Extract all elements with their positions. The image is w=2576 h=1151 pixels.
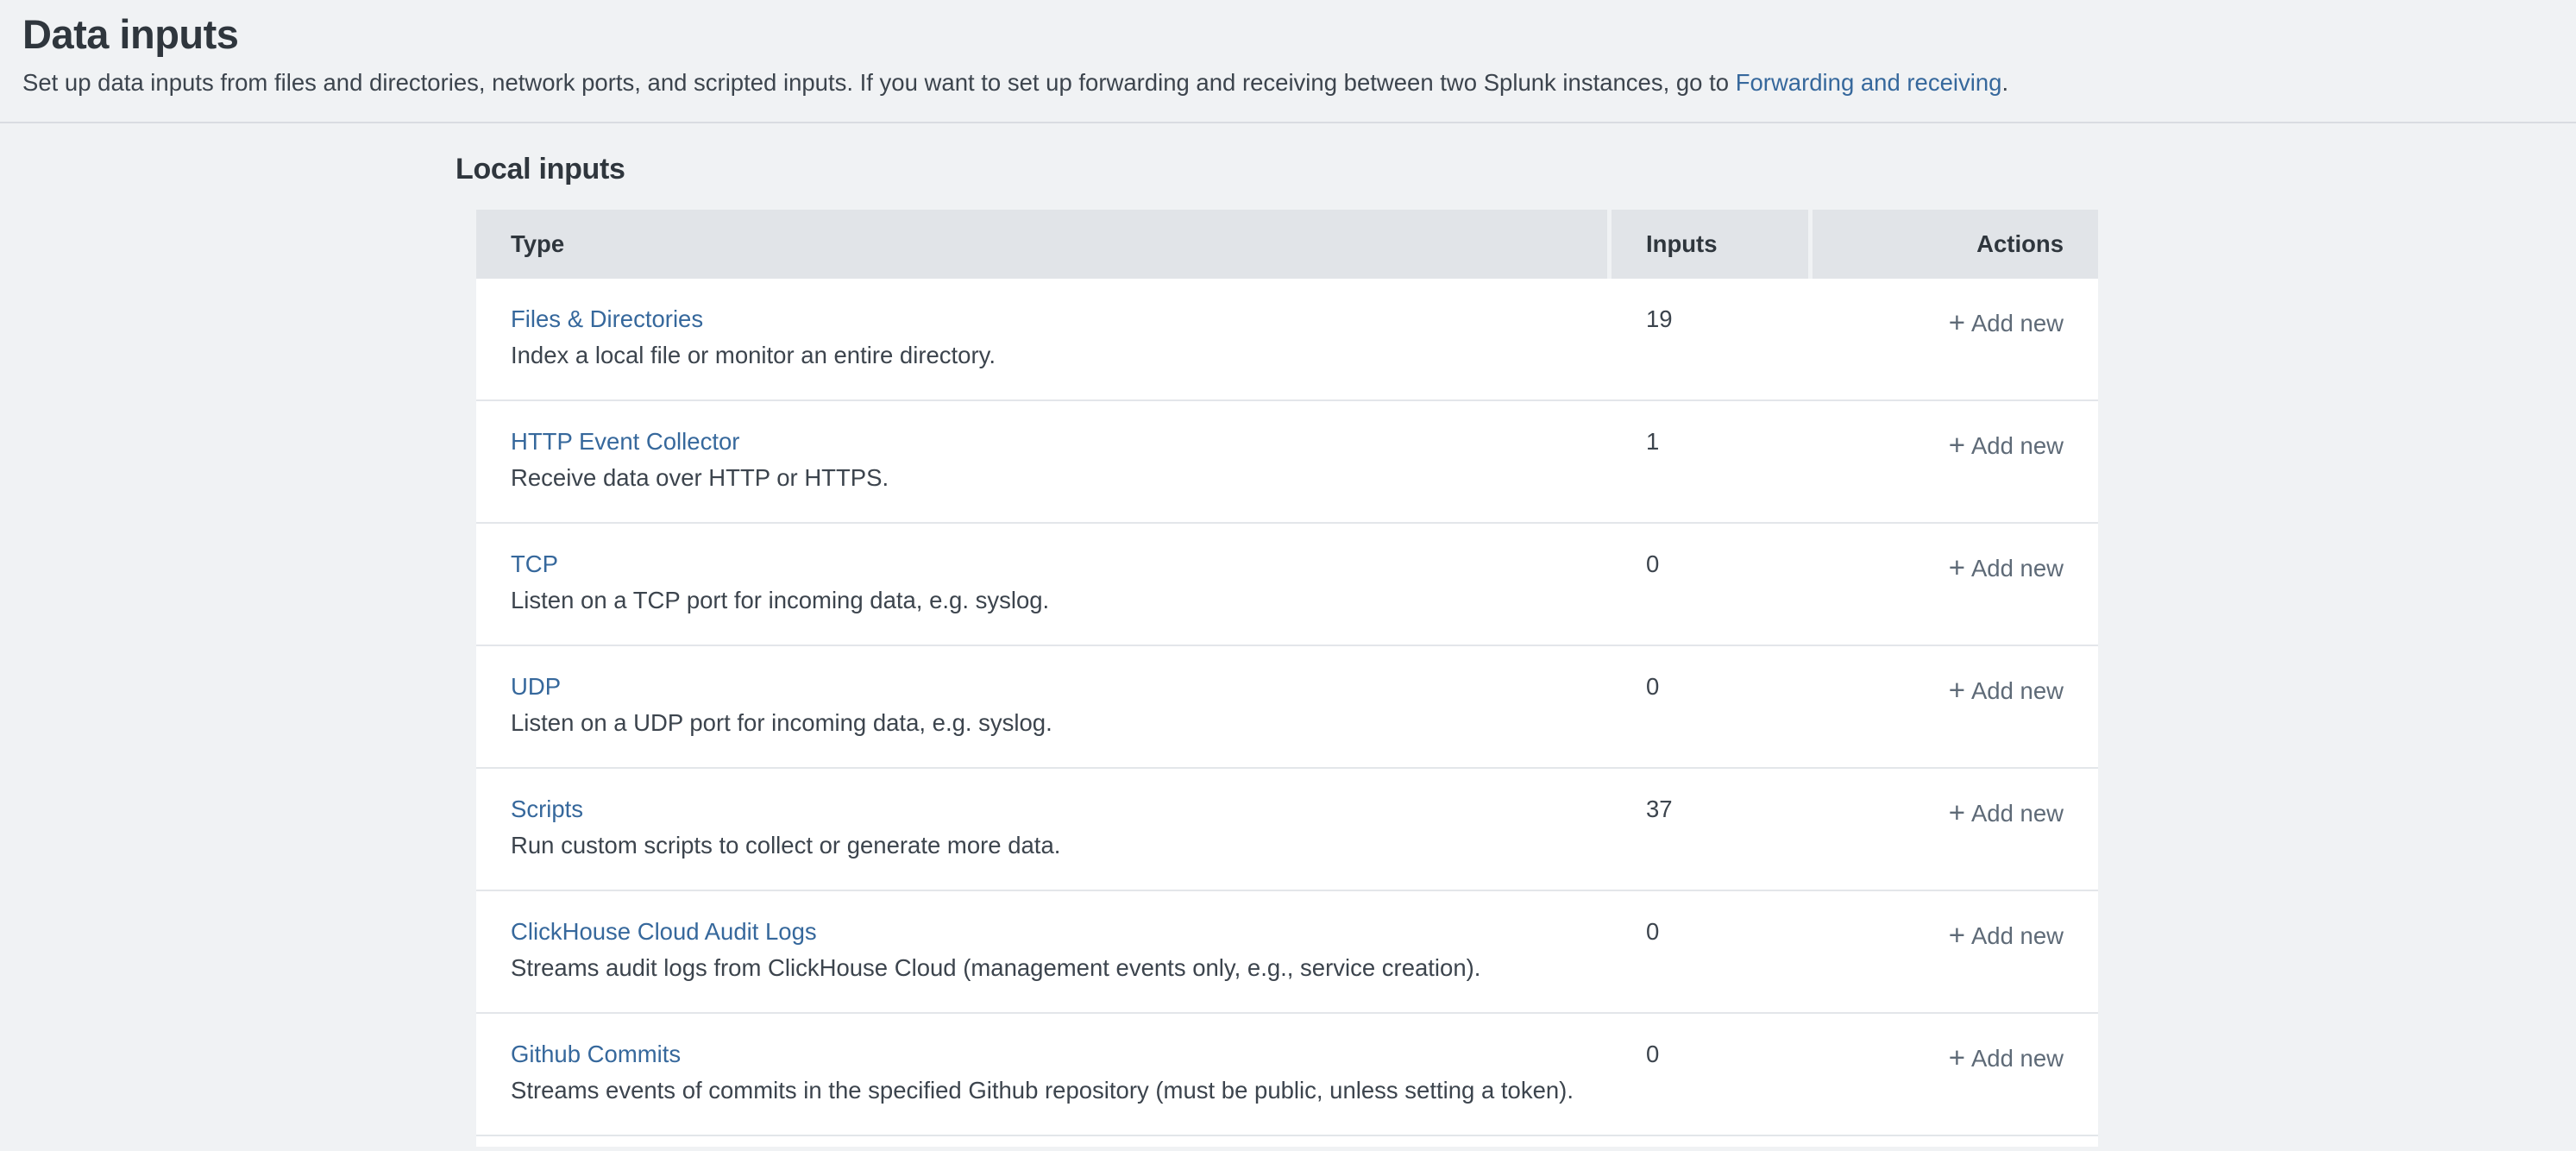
add-new-label: Add new (1971, 922, 2064, 949)
input-type-description: Listen on a UDP port for incoming data, … (511, 708, 1612, 739)
type-cell: HTTP Event Collector Receive data over H… (476, 427, 1612, 522)
inputs-count: 19 (1612, 305, 1813, 399)
page-subtitle: Set up data inputs from files and direct… (22, 67, 2552, 98)
actions-cell: +Add new (1813, 917, 2098, 1012)
add-new-link[interactable]: +Add new (1949, 555, 2064, 582)
add-new-label: Add new (1971, 677, 2064, 704)
page-title: Data inputs (22, 12, 2552, 57)
table-row: Files & Directories Index a local file o… (476, 279, 2098, 401)
inputs-count: 0 (1612, 917, 1813, 1012)
add-new-link[interactable]: +Add new (1949, 310, 2064, 336)
add-new-label: Add new (1971, 1045, 2064, 1072)
forwarding-and-receiving-link[interactable]: Forwarding and receiving (1736, 69, 2002, 96)
type-cell: UDP Listen on a UDP port for incoming da… (476, 672, 1612, 767)
column-header-type: Type (476, 210, 1607, 279)
input-type-link[interactable]: TCP (511, 550, 558, 578)
inputs-count: 37 (1612, 795, 1813, 890)
plus-icon: + (1949, 551, 1965, 583)
input-type-description: Receive data over HTTP or HTTPS. (511, 462, 1612, 494)
add-new-link[interactable]: +Add new (1949, 1045, 2064, 1072)
plus-icon: + (1949, 796, 1965, 828)
input-type-link[interactable]: Github Commits (511, 1040, 681, 1068)
input-type-link[interactable]: Files & Directories (511, 305, 703, 333)
add-new-link[interactable]: +Add new (1949, 677, 2064, 704)
actions-cell: +Add new (1813, 1040, 2098, 1135)
actions-cell: +Add new (1813, 550, 2098, 645)
plus-icon: + (1949, 919, 1965, 951)
column-header-actions: Actions (1813, 210, 2098, 279)
add-new-link[interactable]: +Add new (1949, 800, 2064, 827)
table-row: Scripts Run custom scripts to collect or… (476, 769, 2098, 891)
add-new-link[interactable]: +Add new (1949, 432, 2064, 459)
table-row: UDP Listen on a UDP port for incoming da… (476, 646, 2098, 769)
subtitle-text: Set up data inputs from files and direct… (22, 69, 1736, 96)
local-inputs-table: Type Inputs Actions Files & Directories … (476, 210, 2098, 1147)
input-type-description: Run custom scripts to collect or generat… (511, 830, 1612, 861)
input-type-link[interactable]: UDP (511, 672, 561, 701)
input-type-link[interactable]: ClickHouse Cloud Audit Logs (511, 917, 817, 946)
actions-cell: +Add new (1813, 672, 2098, 767)
type-cell: Files & Directories Index a local file o… (476, 305, 1612, 399)
type-cell: Scripts Run custom scripts to collect or… (476, 795, 1612, 890)
partial-next-row (476, 1136, 2098, 1147)
add-new-label: Add new (1971, 310, 2064, 336)
table-row: Github Commits Streams events of commits… (476, 1014, 2098, 1136)
plus-icon: + (1949, 1041, 1965, 1073)
type-cell: Github Commits Streams events of commits… (476, 1040, 1612, 1135)
type-cell: TCP Listen on a TCP port for incoming da… (476, 550, 1612, 645)
input-type-description: Listen on a TCP port for incoming data, … (511, 585, 1612, 616)
table-row: TCP Listen on a TCP port for incoming da… (476, 524, 2098, 646)
table-row: HTTP Event Collector Receive data over H… (476, 401, 2098, 524)
input-type-description: Streams events of commits in the specifi… (511, 1075, 1612, 1106)
table-header-row: Type Inputs Actions (476, 210, 2098, 279)
add-new-link[interactable]: +Add new (1949, 922, 2064, 949)
plus-icon: + (1949, 674, 1965, 706)
actions-cell: +Add new (1813, 305, 2098, 399)
input-type-link[interactable]: Scripts (511, 795, 583, 823)
actions-cell: +Add new (1813, 427, 2098, 522)
actions-cell: +Add new (1813, 795, 2098, 890)
inputs-count: 0 (1612, 550, 1813, 645)
input-type-link[interactable]: HTTP Event Collector (511, 427, 739, 456)
add-new-label: Add new (1971, 555, 2064, 582)
input-type-description: Streams audit logs from ClickHouse Cloud… (511, 953, 1612, 984)
column-header-inputs: Inputs (1612, 210, 1808, 279)
plus-icon: + (1949, 306, 1965, 338)
add-new-label: Add new (1971, 800, 2064, 827)
content-area: Local inputs Type Inputs Actions Files &… (0, 123, 2576, 1147)
add-new-label: Add new (1971, 432, 2064, 459)
inputs-count: 1 (1612, 427, 1813, 522)
section-title: Local inputs (456, 153, 2576, 186)
type-cell: ClickHouse Cloud Audit Logs Streams audi… (476, 917, 1612, 1012)
inputs-count: 0 (1612, 672, 1813, 767)
plus-icon: + (1949, 429, 1965, 461)
inputs-count: 0 (1612, 1040, 1813, 1135)
page-header: Data inputs Set up data inputs from file… (0, 0, 2576, 123)
table-body: Files & Directories Index a local file o… (476, 279, 2098, 1136)
input-type-description: Index a local file or monitor an entire … (511, 340, 1612, 371)
table-row: ClickHouse Cloud Audit Logs Streams audi… (476, 891, 2098, 1014)
subtitle-period: . (2001, 69, 2008, 96)
